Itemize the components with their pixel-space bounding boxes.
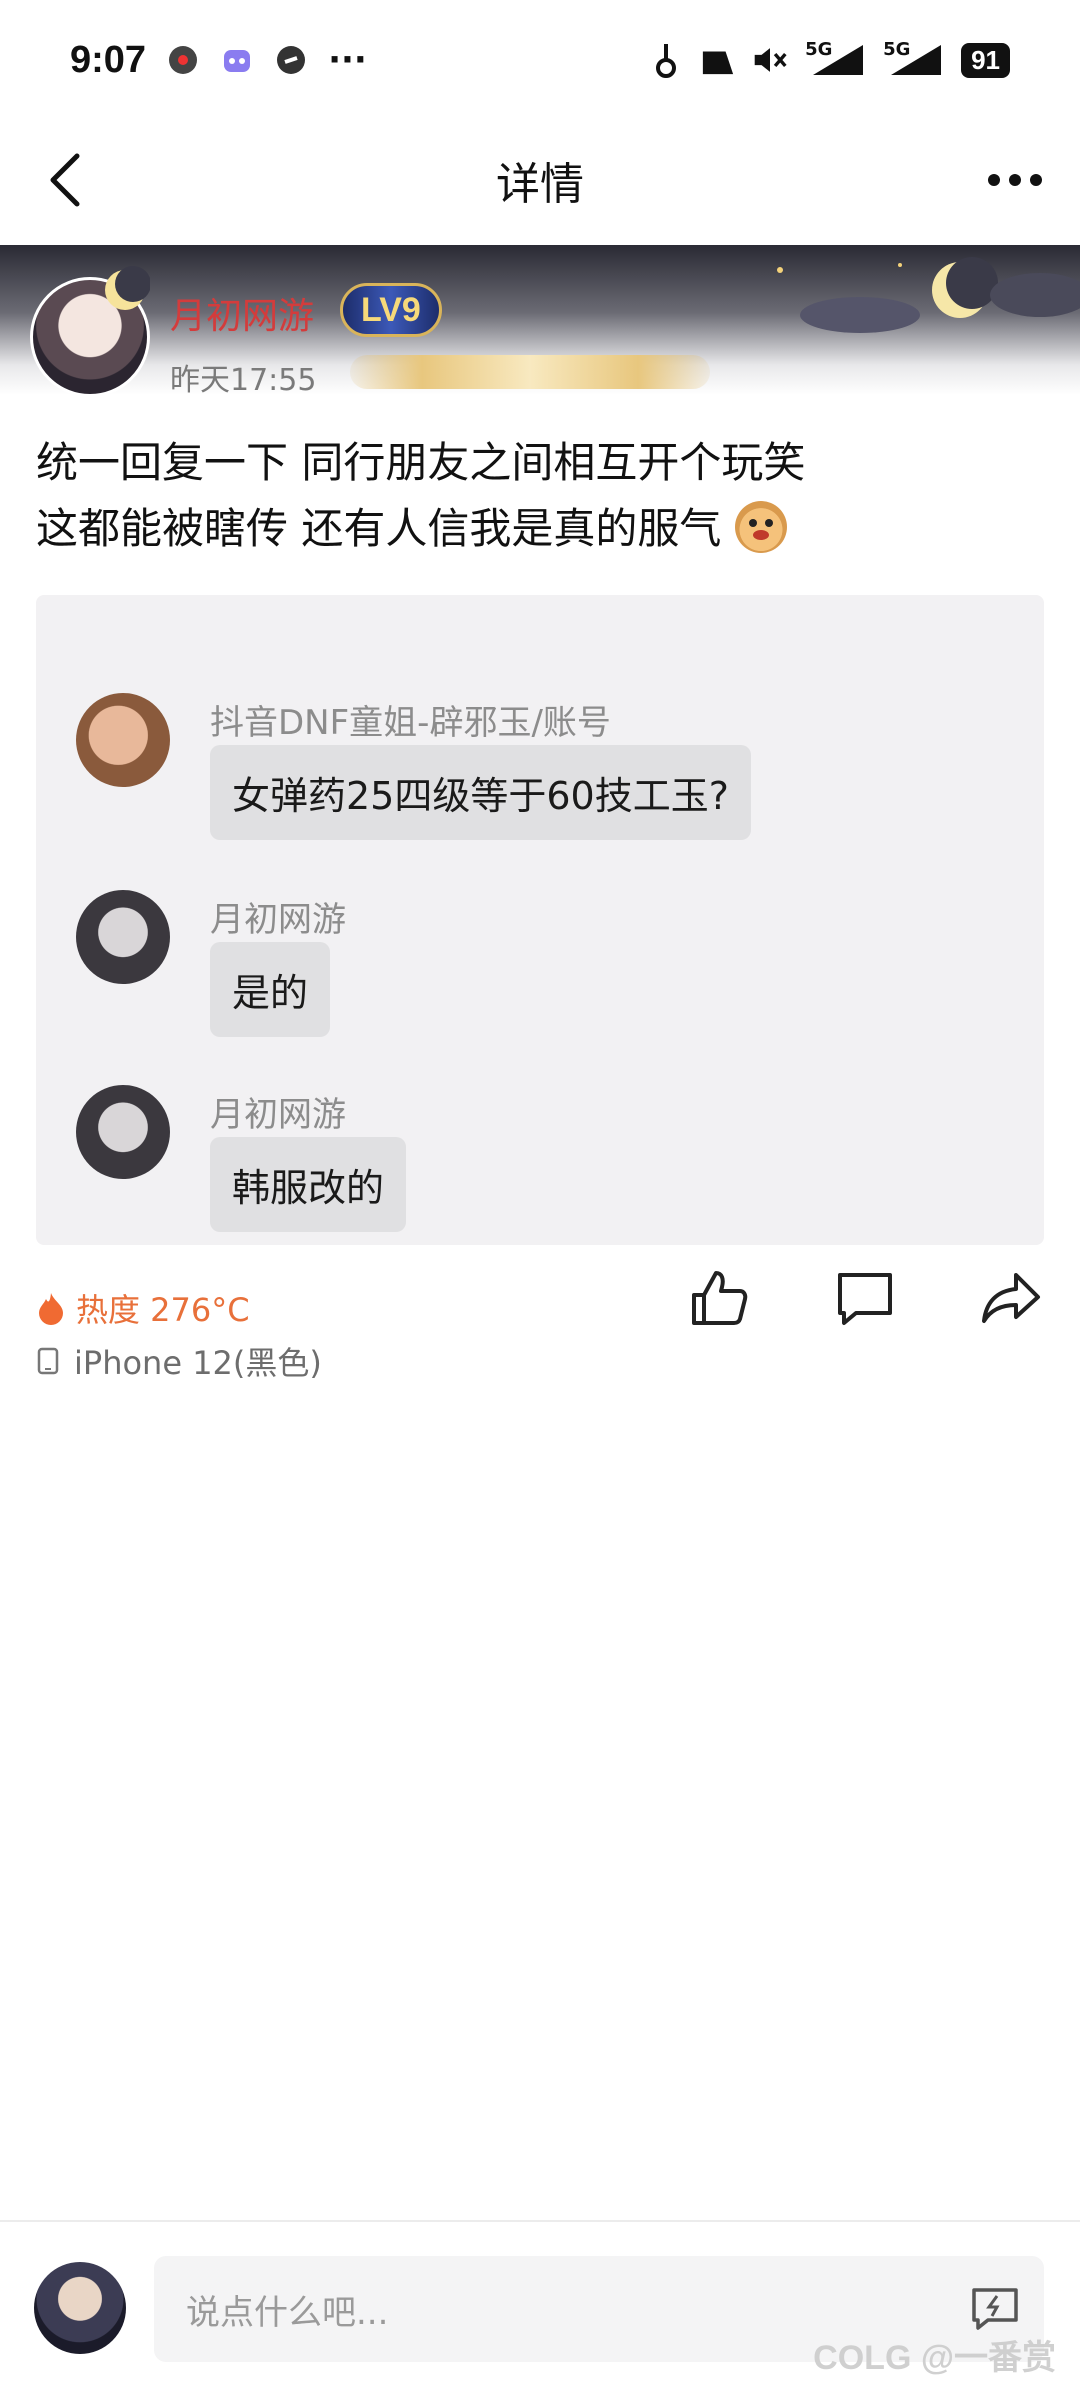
quick-reply-icon[interactable] xyxy=(970,2286,1020,2332)
chat-avatar xyxy=(76,890,170,984)
device-label: iPhone 12(黑色) xyxy=(74,1344,322,1382)
mute-icon xyxy=(753,43,787,77)
device-info: iPhone 12(黑色) xyxy=(36,1338,322,1384)
comment-icon xyxy=(838,1273,892,1325)
nfc-icon xyxy=(701,43,735,77)
chevron-left-icon xyxy=(50,153,80,207)
chat-message: 月初网游 是的 xyxy=(76,890,976,1060)
flame-icon xyxy=(39,1293,63,1325)
chat-bubble: 韩服改的 xyxy=(210,1137,407,1232)
share-icon xyxy=(982,1273,1040,1323)
nav-bar: 详情 xyxy=(0,120,1080,240)
author-banner: 月初网游 LV9 昨天17:55 xyxy=(0,245,1080,395)
chat-sender: 月初网游 xyxy=(210,1095,346,1135)
divider xyxy=(0,2220,1080,2222)
chat-avatar xyxy=(76,1085,170,1179)
chat-sender: 月初网游 xyxy=(210,900,346,940)
back-button[interactable] xyxy=(30,145,100,215)
comment-button[interactable] xyxy=(832,1265,898,1331)
post-time: 昨天17:55 xyxy=(170,363,317,395)
post-actions xyxy=(686,1265,1044,1331)
more-icon xyxy=(988,174,1042,186)
more-button[interactable] xyxy=(980,145,1050,215)
heat-indicator: 热度 276°C xyxy=(36,1285,250,1331)
comment-placeholder: 说点什么吧... xyxy=(186,2292,389,2333)
moon-cloud-decoration-icon xyxy=(777,257,1080,333)
author-name[interactable]: 月初网游 xyxy=(170,287,314,339)
post-line: 这都能被瞎传 还有人信我是真的服气 xyxy=(36,504,722,553)
post-image[interactable]: 抖音DNF童姐-辟邪玉/账号 女弹药25四级等于60技工玉? 月初网游 是的 月… xyxy=(36,595,1044,1245)
decoration-ribbon-icon xyxy=(350,355,710,389)
sync-icon xyxy=(274,43,308,77)
thumbs-up-icon xyxy=(692,1271,748,1325)
page-title: 详情 xyxy=(496,159,584,210)
dog-emoji-icon xyxy=(734,501,787,553)
level-badge: LV9 xyxy=(340,283,442,337)
signal-icon: 5G xyxy=(883,39,943,77)
bot-icon xyxy=(220,43,254,77)
phone-icon xyxy=(37,1347,59,1375)
share-button[interactable] xyxy=(978,1265,1044,1331)
key-icon xyxy=(649,43,683,78)
app-icon xyxy=(166,43,200,77)
status-bar: 9:07 ··· 5G 5G 91 xyxy=(0,0,1080,120)
chat-message: 抖音DNF童姐-辟邪玉/账号 女弹药25四级等于60技工玉? xyxy=(76,693,976,873)
chat-message: 月初网游 韩服改的 xyxy=(76,1085,976,1245)
watermark: COLG @一番赏 xyxy=(813,2339,1056,2377)
status-time: 9:07 xyxy=(70,38,147,81)
signal-icon: 5G xyxy=(805,39,865,77)
post-line: 统一回复一下 同行朋友之间相互开个玩笑 xyxy=(36,438,806,487)
chat-bubble: 是的 xyxy=(210,942,331,1037)
moon-icon xyxy=(105,266,150,310)
chat-sender: 抖音DNF童姐-辟邪玉/账号 xyxy=(210,703,611,743)
chat-avatar xyxy=(76,693,170,787)
heat-label: 热度 276°C xyxy=(76,1291,250,1329)
chat-bubble: 女弹药25四级等于60技工玉? xyxy=(210,745,751,840)
battery-indicator: 91 xyxy=(961,42,1010,78)
like-button[interactable] xyxy=(686,1265,752,1331)
more-notifications-icon: ··· xyxy=(328,40,367,80)
user-avatar[interactable] xyxy=(34,2262,126,2354)
post-content: 统一回复一下 同行朋友之间相互开个玩笑 这都能被瞎传 还有人信我是真的服气 xyxy=(36,430,1046,562)
post-line-wrap: 这都能被瞎传 还有人信我是真的服气 xyxy=(36,496,1046,562)
